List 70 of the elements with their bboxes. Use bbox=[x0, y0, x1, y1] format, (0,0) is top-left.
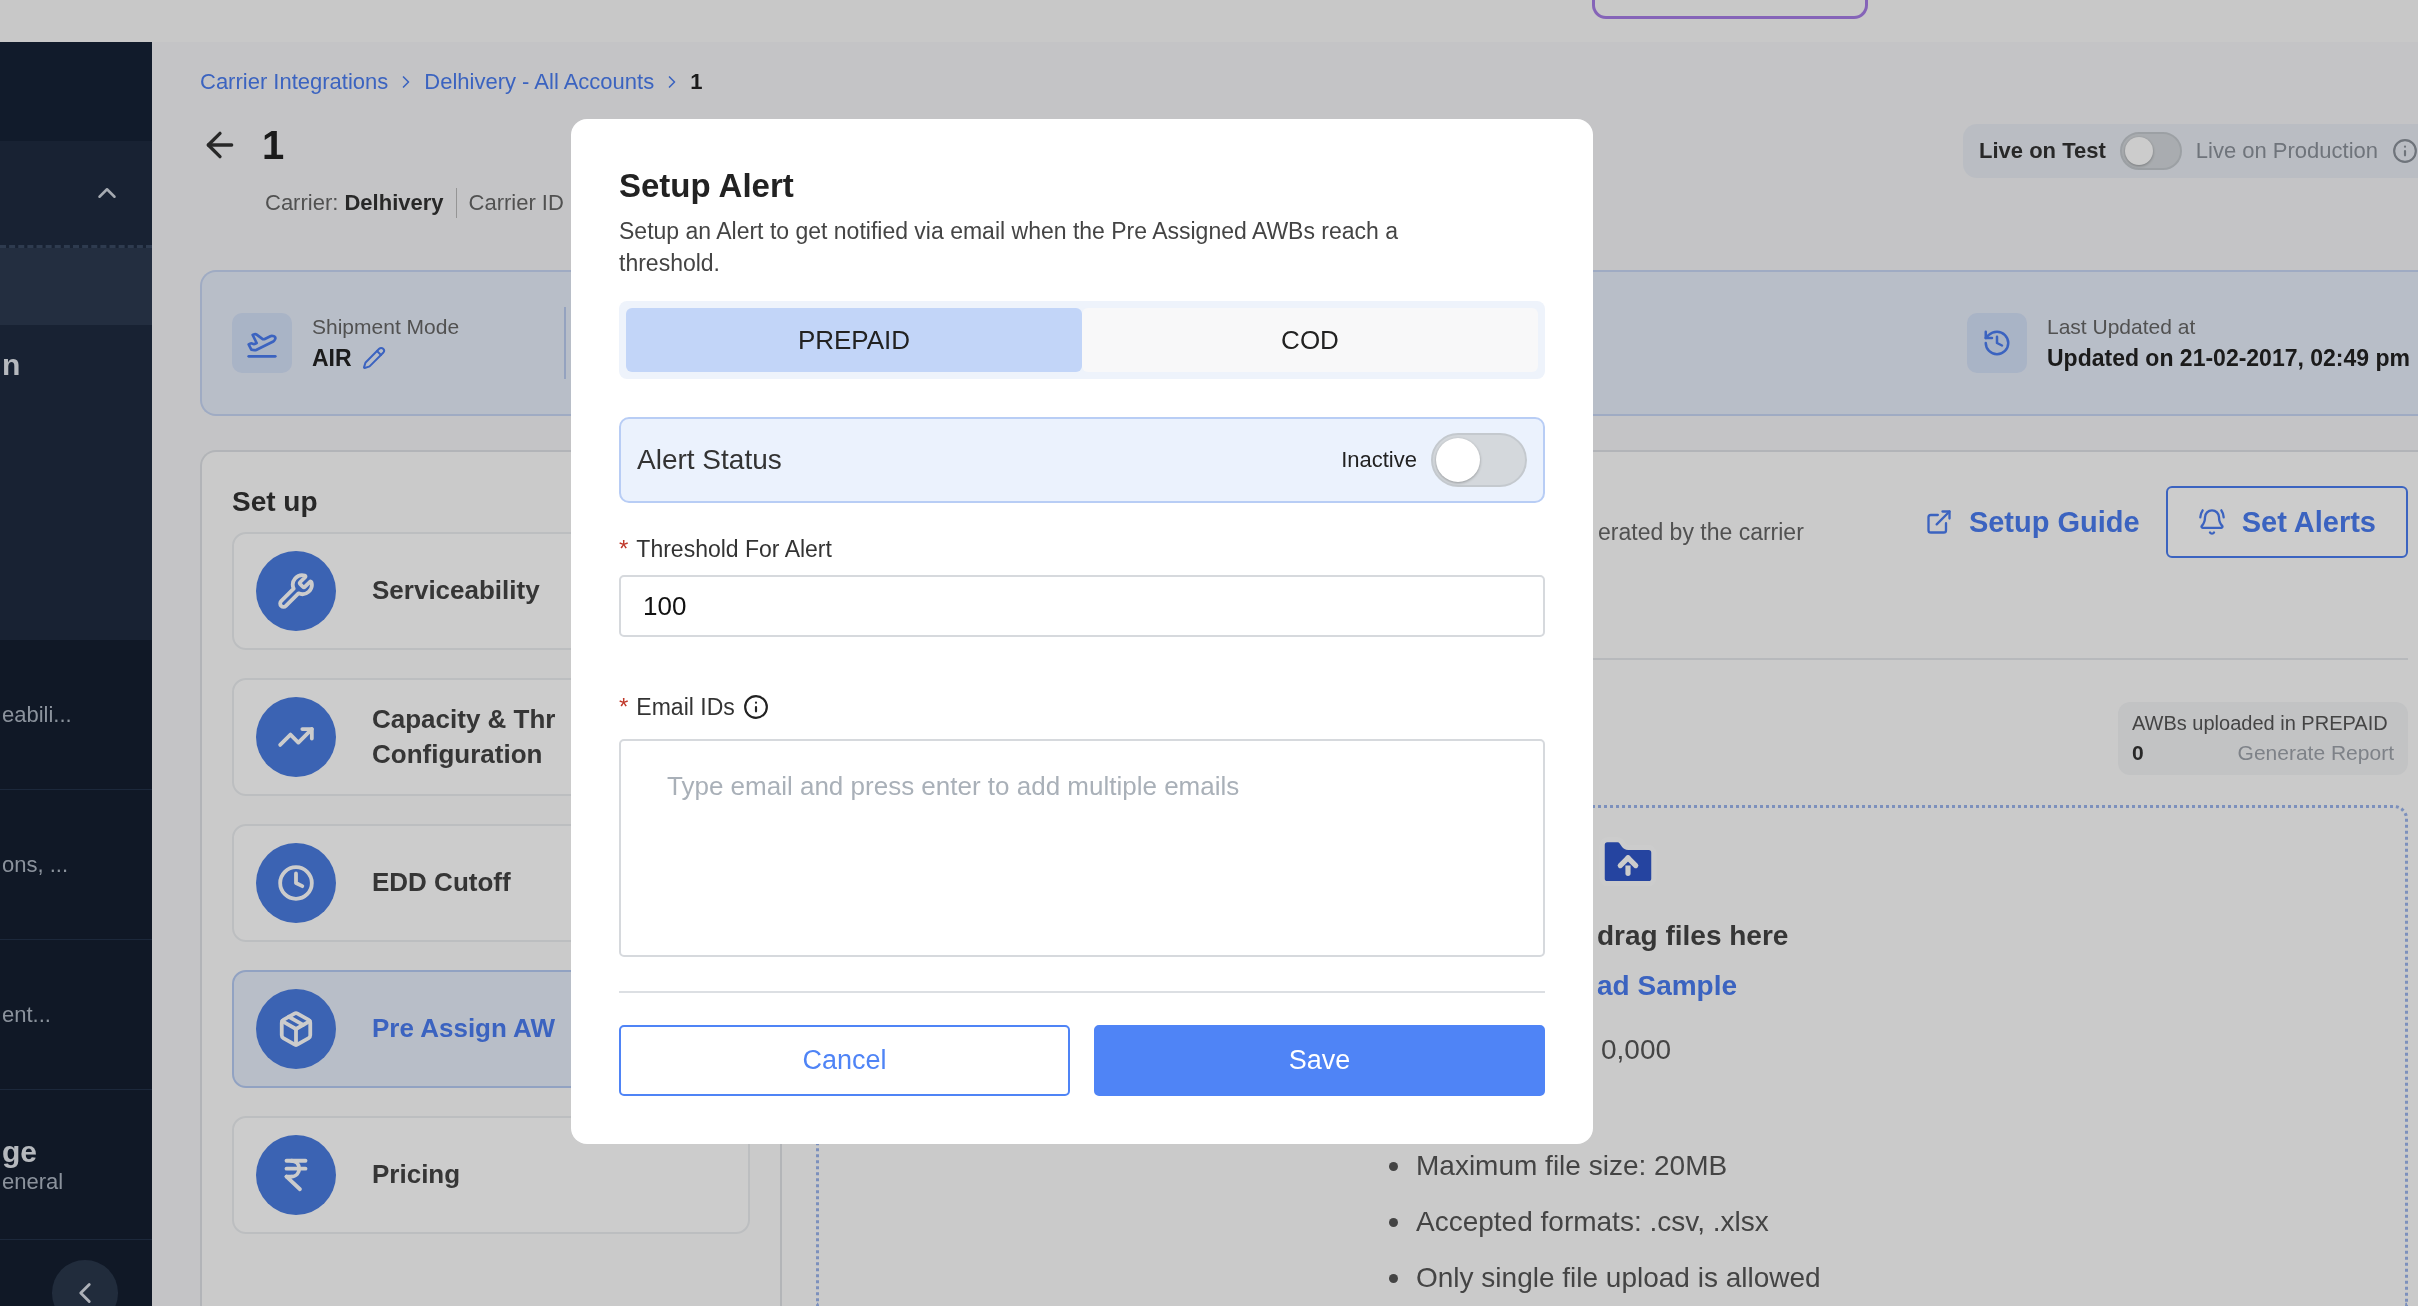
sidebar-item-subtitle: ons, ... bbox=[2, 851, 70, 878]
info-icon[interactable] bbox=[742, 694, 769, 721]
email-input[interactable]: Type email and press enter to add multiple emails bbox=[619, 739, 1545, 958]
upload-prompt: drag files here bbox=[1597, 920, 1790, 952]
set-alerts-button[interactable]: Set Alerts bbox=[2165, 486, 2408, 558]
environment-toggle[interactable] bbox=[2119, 132, 2182, 170]
last-updated-value: Updated on 21-02-2017, 02:49 pm bbox=[2046, 344, 2410, 372]
description-text: erated by the carrier bbox=[1598, 518, 1804, 546]
shipment-mode-label: Shipment Mode bbox=[312, 314, 460, 339]
breadcrumb-link[interactable]: Delhivery - All Accounts bbox=[424, 69, 655, 95]
breadcrumb-current[interactable]: 1 bbox=[690, 69, 703, 95]
download-sample-link[interactable]: ad Sample bbox=[1597, 970, 2405, 1002]
carrier-id-label: Carrier ID bbox=[468, 190, 564, 216]
setup-title: Set up bbox=[232, 486, 319, 518]
upload-rule: Only single file upload is allowed bbox=[1416, 1262, 1821, 1294]
field-label: Email IDs bbox=[636, 693, 735, 721]
cancel-button[interactable]: Cancel bbox=[619, 1025, 1070, 1097]
payment-tab[interactable]: PREPAID bbox=[626, 308, 1082, 373]
production-label: Live on Production bbox=[2195, 138, 2378, 164]
sidebar-item[interactable]: ent... bbox=[0, 940, 152, 1091]
sidebar-item[interactable]: n bbox=[0, 325, 152, 406]
bullet-icon bbox=[1389, 1161, 1398, 1171]
bell-icon bbox=[2197, 508, 2226, 536]
setup-item-label: Pricing bbox=[372, 1158, 461, 1192]
plane-icon bbox=[232, 313, 292, 373]
sidebar-item[interactable]: eabili... bbox=[0, 640, 152, 791]
setup-item-label: Capacity & Thr Configuration bbox=[372, 702, 556, 771]
sidebar-item-title: ge bbox=[2, 1134, 38, 1169]
header-button[interactable] bbox=[1592, 0, 1868, 19]
bullet-icon bbox=[1389, 1217, 1398, 1227]
sidebar-item[interactable]: ons, ... bbox=[0, 790, 152, 941]
collapse-button[interactable] bbox=[52, 1260, 118, 1306]
setup-item-label: Serviceability bbox=[372, 574, 540, 608]
edit-icon[interactable] bbox=[361, 346, 386, 370]
setup-guide-link[interactable]: Setup Guide bbox=[1924, 505, 2140, 539]
sidebar-item-subtitle: eneral bbox=[2, 1168, 65, 1195]
test-label: Live on Test bbox=[1979, 138, 2106, 164]
payment-tab[interactable]: COD bbox=[1082, 308, 1538, 373]
page-title: 1 bbox=[262, 122, 285, 168]
save-button[interactable]: Save bbox=[1094, 1025, 1545, 1097]
wrench-icon bbox=[277, 572, 315, 610]
dialog-description: Setup an Alert to get notified via email when the Pre Assigned AWBs reach a threshold. bbox=[619, 217, 1400, 279]
awb-count-value: 0 bbox=[2132, 741, 2144, 765]
alert-status-text: Inactive bbox=[1341, 447, 1417, 474]
required-mark: * bbox=[619, 693, 629, 722]
row-limit-text: 0,000 bbox=[1601, 1034, 1673, 1066]
bullet-icon bbox=[1389, 1273, 1398, 1283]
upload-rule: Accepted formats: .csv, .xlsx bbox=[1416, 1206, 1769, 1238]
last-updated-label: Last Updated at bbox=[2046, 314, 2197, 339]
sidebar-item-subtitle: ent... bbox=[2, 1001, 52, 1028]
package-icon bbox=[277, 1010, 315, 1048]
setup-item-label: Pre Assign AW bbox=[372, 1012, 555, 1046]
threshold-input[interactable]: 100 bbox=[619, 575, 1545, 638]
sidebar-item-subtitle: eabili... bbox=[2, 701, 73, 728]
upload-rule: Maximum file size: 20MB bbox=[1416, 1150, 1728, 1182]
alert-status-toggle[interactable] bbox=[1431, 433, 1527, 488]
history-icon bbox=[1966, 313, 2027, 373]
dialog-title: Setup Alert bbox=[619, 167, 795, 205]
shipment-mode-value: AIR bbox=[312, 344, 352, 372]
awb-count-label: AWBs uploaded in PREPAID bbox=[2132, 712, 2389, 735]
setup-item[interactable]: Pricing bbox=[232, 1116, 750, 1234]
setup-item-label: EDD Cutoff bbox=[372, 866, 511, 900]
carrier-name: Carrier: Delhivery bbox=[265, 190, 444, 216]
required-mark: * bbox=[619, 535, 629, 564]
clock-icon bbox=[277, 864, 315, 902]
alert-status-label: Alert Status bbox=[637, 444, 783, 477]
sidebar-item[interactable]: ge eneral bbox=[0, 1090, 152, 1241]
breadcrumb-link[interactable]: Carrier Integrations bbox=[200, 69, 389, 95]
sidebar-item-title: n bbox=[2, 348, 22, 383]
external-link-icon bbox=[1924, 508, 1953, 536]
